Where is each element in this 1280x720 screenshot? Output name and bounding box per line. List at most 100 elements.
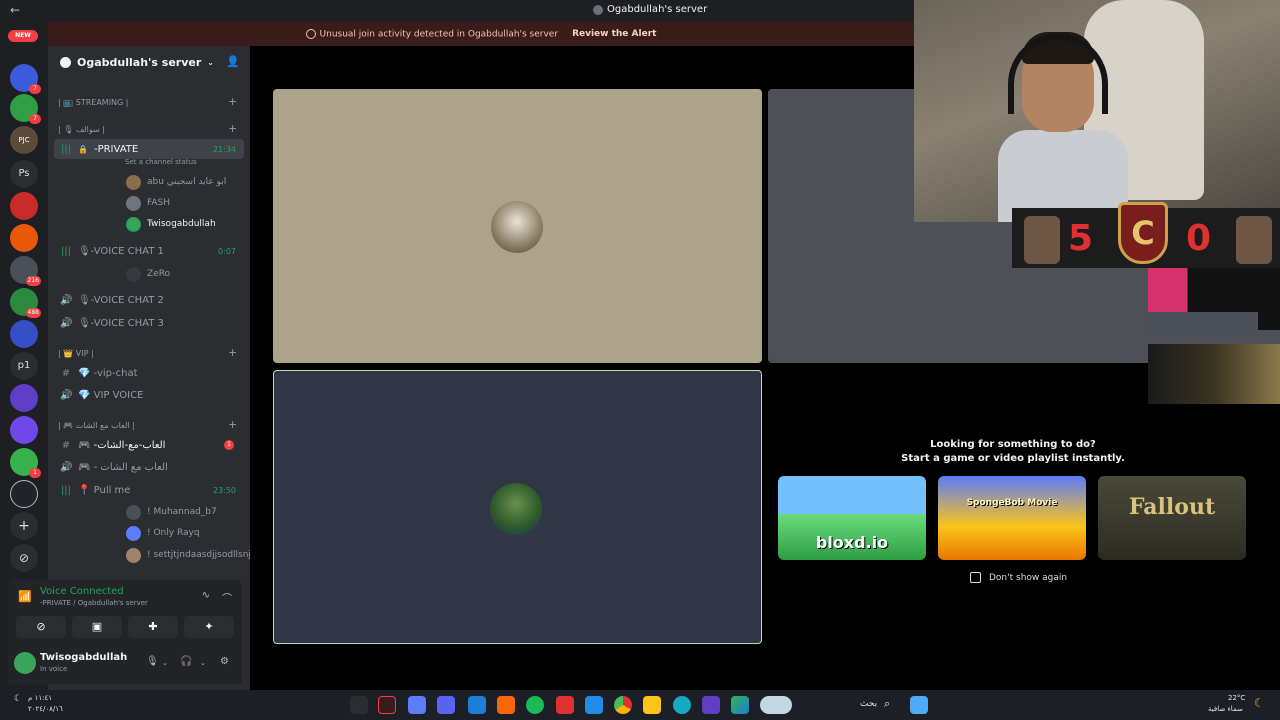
review-alert-button[interactable]: Review the Alert	[572, 29, 656, 39]
chevron-down-icon[interactable]: ⌄	[162, 659, 168, 667]
activities-button[interactable]: ✚	[128, 616, 178, 638]
participant-avatar	[490, 483, 542, 535]
teams-icon[interactable]	[702, 696, 720, 714]
create-channel-plus-icon[interactable]: +	[228, 95, 237, 108]
create-channel-plus-icon[interactable]: +	[228, 122, 237, 135]
screen-share-button[interactable]: ▣	[72, 616, 122, 638]
game-title: Fallout	[1128, 494, 1216, 520]
alert-message: Unusual join activity detected in Ogabdu…	[305, 28, 558, 39]
channel-vip-voice[interactable]: 🔊 💎 VIP VOICE	[54, 385, 244, 405]
app-icon[interactable]	[350, 696, 368, 714]
explore-servers-icon[interactable]: ⊘	[10, 544, 38, 572]
app-icon[interactable]	[731, 696, 749, 714]
avatar	[126, 525, 141, 541]
channel-private[interactable]: ||| 🔒 -PRIVATE 21:34	[54, 139, 244, 159]
noise-suppression-icon[interactable]: ∿	[202, 590, 210, 601]
game-card-fallout[interactable]: Fallout	[1098, 476, 1246, 560]
server-icon-6[interactable]: 488	[10, 288, 41, 318]
search-label[interactable]: بحث	[860, 699, 877, 709]
dont-show-again[interactable]: Don't show again	[970, 572, 1067, 583]
server-icon-7[interactable]	[10, 320, 38, 348]
microphone-icon[interactable]: 🎙	[146, 656, 159, 667]
app-icon[interactable]	[497, 696, 515, 714]
edge-icon[interactable]	[673, 696, 691, 714]
channel-vip-chat[interactable]: # 💎 -vip-chat	[54, 363, 244, 383]
file-explorer-icon[interactable]	[643, 696, 661, 714]
weather-icon[interactable]: ☾	[1254, 696, 1265, 710]
back-arrow-icon[interactable]: ←	[10, 3, 20, 17]
voice-activity-icon: |||	[60, 484, 72, 496]
game-card-spongebob[interactable]: SpongeBob Movie	[938, 476, 1086, 560]
create-channel-plus-icon[interactable]: +	[228, 418, 237, 431]
scoreboard-overlay: 5 C 0	[1012, 202, 1280, 268]
app-icon[interactable]	[408, 696, 426, 714]
server-icon-ps[interactable]: Ps	[10, 160, 38, 188]
channel-name: 🎙-VOICE CHAT 3	[78, 317, 164, 329]
app-icon-active[interactable]	[378, 696, 396, 714]
disconnect-icon[interactable]: ⌒	[222, 590, 232, 605]
channel-voice-chat-3[interactable]: 🔊 🎙-VOICE CHAT 3	[54, 313, 244, 333]
game-card-bloxd[interactable]: bloxd.io	[778, 476, 926, 560]
server-icon-9[interactable]	[10, 416, 38, 444]
headphones-icon[interactable]: 🎧	[180, 656, 192, 667]
create-channel-plus-icon[interactable]: +	[228, 346, 237, 359]
spotify-icon[interactable]	[526, 696, 544, 714]
soundboard-button[interactable]: ✦	[184, 616, 234, 638]
channel-games-text[interactable]: # 🎮 -العاب-مع-الشات 1	[54, 435, 244, 455]
server-icon-2[interactable]: 7	[10, 94, 41, 124]
voice-user-name: ! Muhannad_b7	[147, 507, 217, 517]
server-header[interactable]: Ogabdullah's server ⌄ 👤	[48, 46, 250, 78]
chrome-icon[interactable]	[614, 696, 632, 714]
server-icon-4[interactable]	[10, 224, 38, 252]
signal-strength-icon[interactable]: 📶	[18, 590, 32, 603]
voice-user-name: ZeRo	[147, 269, 171, 279]
unread-badge: 216	[25, 276, 41, 286]
invite-people-icon[interactable]: 👤	[226, 55, 240, 68]
server-icon-10[interactable]: 1	[10, 448, 41, 478]
channel-name: 🎙-VOICE CHAT 1	[78, 245, 164, 257]
channel-pull-me[interactable]: ||| 📍 Pull me 23:50	[54, 480, 244, 500]
avatar[interactable]	[14, 652, 36, 674]
app-icon[interactable]	[556, 696, 574, 714]
activity-prompt: Looking for something to do? Start a gam…	[778, 438, 1248, 466]
channel-games-voice[interactable]: 🔊 🎮 - العاب مع الشات	[54, 457, 244, 477]
channel-name: 🎙-VOICE CHAT 2	[78, 294, 164, 306]
server-icon-11[interactable]	[10, 480, 38, 508]
chevron-down-icon[interactable]: ⌄	[200, 659, 206, 667]
user-name[interactable]: Twisogabdullah	[40, 652, 127, 663]
app-icon[interactable]	[468, 696, 486, 714]
server-icon-pjc[interactable]: PJC	[10, 126, 38, 154]
channel-name: 💎 -vip-chat	[78, 367, 138, 379]
hashtag-icon: #	[61, 367, 71, 379]
voice-status[interactable]: Voice Connected	[40, 586, 124, 597]
category-games[interactable]: | 🎮 العاب مع الشات |	[58, 421, 135, 430]
widget-icon[interactable]	[760, 696, 792, 714]
category-vip[interactable]: | 👑 VIP |	[58, 349, 94, 358]
windows-start-icon[interactable]	[910, 696, 928, 714]
channel-status[interactable]: Set a channel status	[125, 158, 197, 166]
category-talks[interactable]: | 🎙 سوالف |	[58, 125, 105, 134]
camera-off-button[interactable]: ⊘	[16, 616, 66, 638]
channel-voice-chat-1[interactable]: ||| 🎙-VOICE CHAT 1 0:07	[54, 241, 244, 261]
checkbox[interactable]	[970, 572, 981, 583]
add-server-icon[interactable]: +	[10, 512, 38, 540]
participant-avatar	[491, 201, 543, 253]
discord-icon[interactable]	[437, 696, 455, 714]
search-icon[interactable]: ⌕	[884, 697, 890, 711]
voice-user-name: ! Only Rayq	[147, 528, 200, 538]
unread-badge: 1	[29, 468, 41, 478]
channel-voice-chat-2[interactable]: 🔊 🎙-VOICE CHAT 2	[54, 290, 244, 310]
participant-tile[interactable]	[273, 89, 762, 363]
server-icon-5[interactable]: 216	[10, 256, 41, 286]
server-icon-p1[interactable]: p1	[10, 352, 38, 380]
settings-gear-icon[interactable]: ⚙	[220, 656, 229, 667]
server-icon-3[interactable]	[10, 192, 38, 220]
store-icon[interactable]	[585, 696, 603, 714]
participant-tile-speaking[interactable]	[273, 370, 762, 644]
mention-badge: 1	[224, 440, 234, 450]
user-status: In voice	[40, 665, 68, 673]
server-icon-1[interactable]: 7	[10, 64, 41, 94]
category-streaming[interactable]: | 📺 STREAMING |	[58, 98, 128, 107]
server-icon-8[interactable]	[10, 384, 38, 412]
warning-icon	[305, 28, 316, 39]
